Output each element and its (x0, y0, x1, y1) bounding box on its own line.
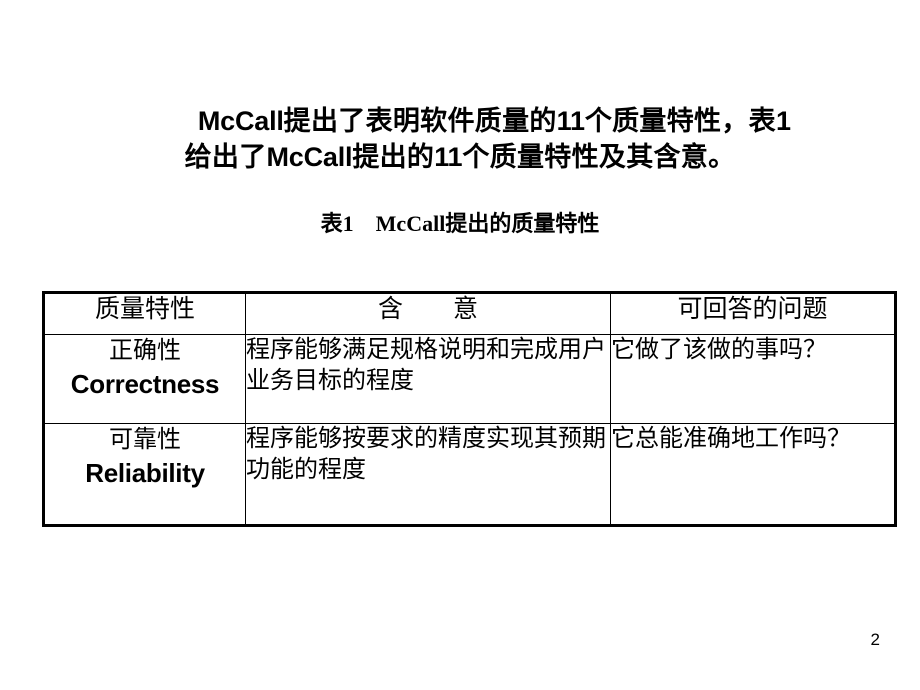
table-caption-number: 1 (342, 211, 354, 236)
slide-title-mid-1: 提出了表明软件质量的 (283, 106, 557, 136)
slide-title-post-2: 个质量特性及其含意。 (462, 142, 736, 172)
header-meaning: 含 意 (245, 292, 611, 335)
slide-title-brand-1: McCall (197, 106, 284, 136)
slide-title-count-1: 11 (556, 106, 585, 136)
slide-title-brand-2: McCall (266, 142, 353, 172)
cell-question: 它做了该做的事吗？ (610, 334, 896, 424)
cell-meaning: 程序能够满足规格说明和完成用户业务目标的程度 (245, 334, 611, 424)
table-row: 正确性 Correctness 程序能够满足规格说明和完成用户业务目标的程度 它… (43, 334, 896, 424)
slide-title-mid-2: 提出的 (352, 142, 435, 172)
characteristic-name-en: Reliability (85, 458, 205, 488)
table-caption-suffix: 提出的质量特性 (445, 211, 600, 236)
header-question: 可回答的问题 (610, 292, 896, 335)
slide-title-table-no: 1 (775, 106, 791, 136)
slide-title-pre-2: 给出了 (184, 142, 267, 172)
slide-title-count-2: 11 (434, 142, 463, 172)
cell-question: 它总能准确地工作吗？ (610, 423, 896, 526)
slide-title-post-1: 个质量特性，表 (584, 106, 776, 136)
table-caption-brand: McCall (375, 211, 446, 236)
cell-characteristic-name: 正确性 Correctness (43, 334, 246, 424)
characteristic-name-cn: 正确性 (109, 338, 181, 364)
slide-title-line-2: 给出了McCall提出的11个质量特性及其含意。 (0, 139, 920, 175)
slide-title-indent (143, 106, 198, 136)
slide-title: McCall提出了表明软件质量的11个质量特性，表1 给出了McCall提出的1… (0, 103, 920, 175)
table-caption-prefix: 表 (320, 211, 343, 236)
table-header-row: 质量特性 含 意 可回答的问题 (43, 292, 896, 335)
characteristic-name-en: Correctness (70, 369, 220, 399)
quality-characteristics-table: 质量特性 含 意 可回答的问题 正确性 Correctness 程序能够满足规格… (42, 291, 897, 527)
page-number: 2 (870, 630, 880, 649)
table-row: 可靠性 Reliability 程序能够按要求的精度实现其预期功能的程度 它总能… (43, 423, 896, 526)
characteristic-name-cn: 可靠性 (109, 427, 181, 453)
cell-meaning: 程序能够按要求的精度实现其预期功能的程度 (245, 423, 611, 526)
table-caption-spacer (354, 211, 376, 236)
slide-title-line-1: McCall提出了表明软件质量的11个质量特性，表1 (0, 103, 920, 139)
cell-characteristic-name: 可靠性 Reliability (43, 423, 246, 526)
table-caption: 表1 McCall提出的质量特性 (0, 210, 920, 238)
header-characteristic: 质量特性 (43, 292, 246, 335)
